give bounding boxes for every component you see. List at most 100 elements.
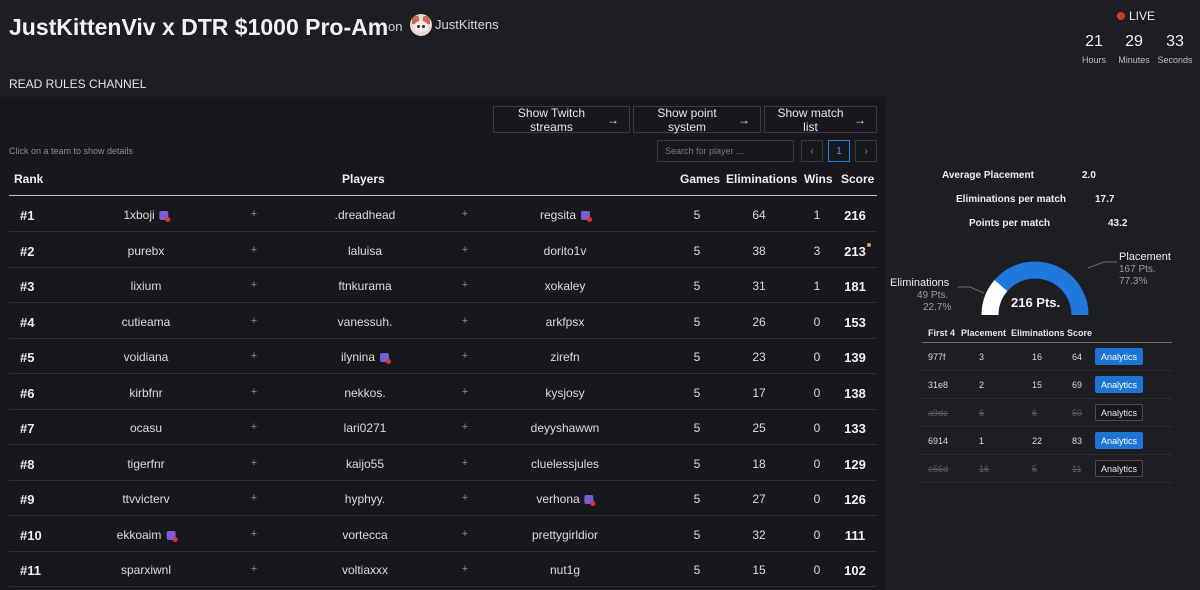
match-placement: 3	[979, 352, 985, 362]
match-id: 977f	[928, 352, 946, 362]
table-row[interactable]: #7 ocasu + lari0271 + deyyshawwn 5 25 0 133	[9, 410, 877, 445]
page-prev-button[interactable]: ‹	[801, 140, 823, 162]
table-row[interactable]: #1 1xboji + .dreadhead + regsita 5 64 1 216	[9, 197, 877, 232]
arrow-right-icon: →	[607, 112, 619, 127]
twitch-live-icon[interactable]	[581, 211, 593, 222]
player-3: arkfpsx	[546, 315, 585, 329]
analytics-button[interactable]: Analytics	[1095, 376, 1143, 393]
score-cell-text: 126	[844, 492, 866, 507]
rank-cell: #2	[20, 244, 34, 259]
player-2: vanessuh.	[338, 315, 393, 329]
player-1: 1xboji	[123, 208, 171, 222]
rank-cell-text: #10	[20, 527, 42, 543]
match-eliminations: 16	[1032, 352, 1043, 362]
score-cell: 181	[844, 279, 866, 294]
analytics-button[interactable]: Analytics	[1095, 404, 1143, 421]
eliminations-cell-text: 64	[752, 208, 766, 222]
plus-sign-text: +	[461, 563, 469, 575]
wins-cell: 0	[814, 563, 821, 577]
player-search-input[interactable]	[657, 140, 794, 162]
games-cell: 5	[694, 528, 701, 542]
twitch-live-icon[interactable]	[166, 530, 178, 542]
table-row[interactable]: #9 ttvvicterv + hyphyy. + verhona 5 27 0 126	[9, 481, 877, 516]
games-cell-text: 5	[693, 243, 701, 258]
match-score: 83	[1072, 436, 1083, 446]
page-next-button[interactable]: ›	[855, 140, 877, 162]
player-2-text: ftnkurama	[338, 279, 392, 293]
matches-col-eliminations: Eliminations	[1011, 328, 1065, 338]
analytics-button[interactable]: Analytics	[1095, 432, 1143, 449]
score-cell-text: 129	[844, 456, 866, 472]
score-cell-text: 153	[844, 314, 866, 330]
player-1: lixium	[131, 279, 162, 293]
games-cell-text: 5	[693, 492, 701, 506]
games-cell-text: 5	[693, 208, 701, 222]
games-cell: 5	[694, 421, 701, 435]
rank-cell-text: #9	[20, 492, 35, 507]
match-row: 31e8 2 15 69 Analytics	[922, 371, 1172, 399]
page-current-button[interactable]: 1	[828, 140, 850, 162]
player-2-text: .dreadhead	[334, 208, 396, 222]
plus-sign-text: +	[461, 208, 469, 220]
player-2-text: nekkos.	[344, 385, 386, 400]
twitch-live-icon[interactable]	[380, 353, 392, 364]
plus-sign-text: +	[250, 208, 258, 220]
show-point-system-button[interactable]: Show point system →	[633, 106, 761, 134]
show-match-list-button[interactable]: Show match list →	[764, 106, 877, 134]
table-row[interactable]: #2 purebx + laluisa + dorito1v 5 38 3 213	[9, 233, 877, 268]
table-row[interactable]: #6 kirbfnr + nekkos. + kysjosy 5 17 0 138	[9, 375, 877, 410]
match-id: 6914	[928, 436, 949, 446]
games-cell: 5	[694, 208, 701, 222]
plus-sign: +	[251, 421, 257, 433]
score-cell-text: 138	[844, 385, 866, 401]
table-row[interactable]: #11 sparxiwnl + voltiaxxx + nut1g 5 15 0 102	[9, 552, 877, 587]
player-3-text: dorito1v	[543, 243, 587, 258]
table-row[interactable]: #3 lixium + ftnkurama + xokaley 5 31 1 181	[9, 268, 877, 303]
analytics-button[interactable]: Analytics	[1095, 460, 1143, 477]
rank-cell-text: #11	[20, 563, 41, 578]
score-cell: 133	[844, 421, 866, 436]
organizer-name[interactable]: JustKittens	[435, 17, 499, 32]
eliminations-cell: 32	[752, 528, 765, 542]
countdown-minutes-value: 29	[1125, 33, 1143, 50]
table-row[interactable]: #8 tigerfnr + kaijo55 + cluelessjules 5 18 0 129	[9, 446, 877, 481]
score-cell: 111	[845, 528, 865, 543]
player-2-text: ilynina	[340, 350, 376, 364]
show-twitch-streams-label: Show Twitch streams	[517, 105, 586, 134]
match-row: e56d 16 5 11 Analytics	[922, 455, 1172, 483]
score-cell-text: 181	[844, 279, 866, 294]
plus-sign-text: +	[461, 527, 469, 540]
table-row[interactable]: #5 voidiana + ilynina + zirefn 5 23 0 139	[9, 339, 877, 374]
eliminations-cell: 31	[752, 279, 765, 293]
countdown-seconds-value: 33	[1166, 33, 1184, 50]
table-header: Rank Players Games Eliminations Wins Sco…	[0, 170, 885, 194]
player-1-text: tigerfnr	[127, 456, 165, 471]
plus-sign-text: +	[250, 314, 258, 327]
table-row[interactable]: #10 ekkoaim + vortecca + prettygirldior 5 32 0 11…	[9, 517, 877, 552]
plus-sign-text: +	[461, 279, 469, 291]
player-1: ekkoaim	[117, 528, 178, 542]
rank-cell: #7	[20, 421, 34, 436]
elims-per-match-label: Eliminations per match	[956, 194, 1067, 205]
rank-cell: #8	[20, 457, 34, 472]
match-id: 31e8	[928, 380, 949, 390]
rank-cell: #4	[20, 315, 34, 330]
twitch-live-icon[interactable]	[584, 495, 596, 506]
twitch-live-icon[interactable]	[159, 211, 171, 222]
live-dot-icon	[1117, 12, 1125, 20]
player-1: sparxiwnl	[121, 563, 171, 577]
score-cell-text: 216	[844, 208, 866, 223]
player-3: nut1g	[550, 563, 580, 577]
eliminations-cell: 23	[752, 350, 765, 364]
player-1-text: lixium	[130, 279, 162, 293]
match-placement: 1	[979, 436, 985, 446]
organizer-avatar[interactable]	[410, 14, 432, 36]
show-twitch-streams-button[interactable]: Show Twitch streams →	[493, 105, 630, 134]
gauge-eliminations-leader	[958, 286, 985, 294]
col-score: Score	[841, 172, 875, 186]
eliminations-cell: 38	[752, 244, 765, 258]
table-row[interactable]: #4 cutieama + vanessuh. + arkfpsx 5 26 0 153	[9, 304, 877, 339]
wins-cell-text: 0	[813, 314, 821, 329]
analytics-button[interactable]: Analytics	[1095, 348, 1143, 365]
plus-sign-text: +	[250, 243, 258, 256]
